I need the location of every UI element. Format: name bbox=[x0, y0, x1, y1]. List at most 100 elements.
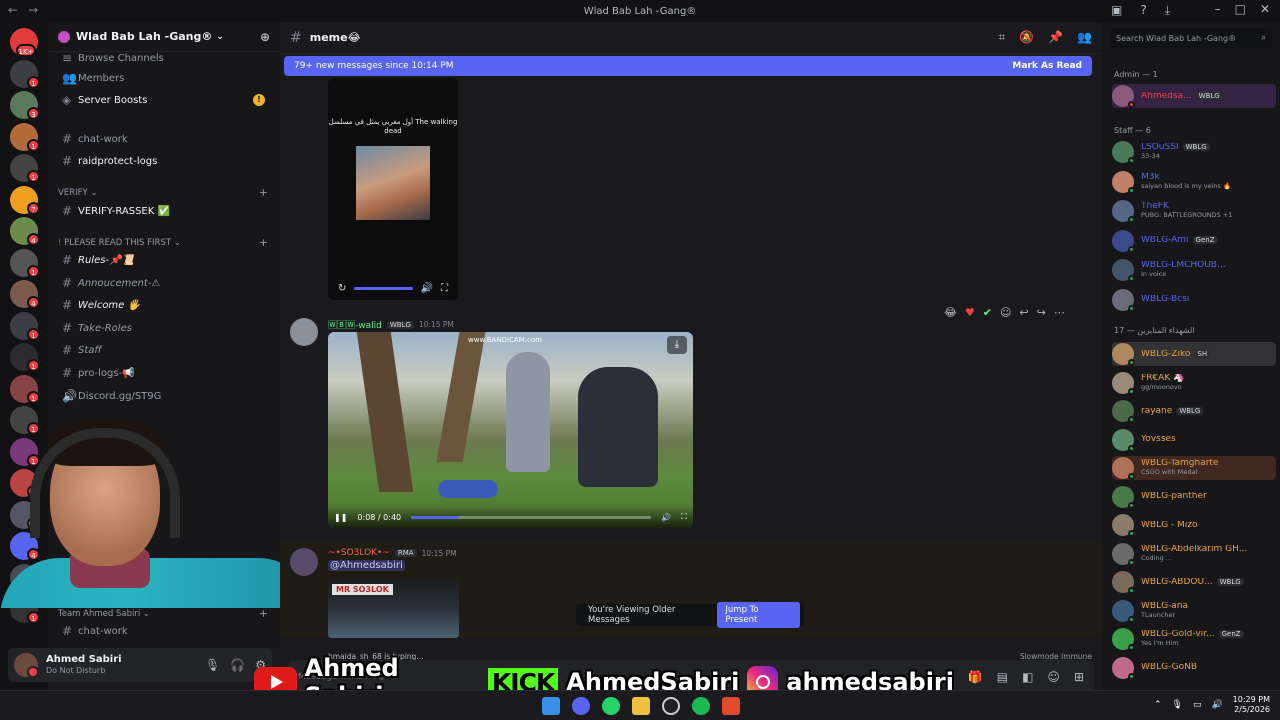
channel-discord-link[interactable]: 🔊 Discord.gg/ST9G bbox=[56, 386, 271, 406]
video-embed-2[interactable]: www.BANDICAM.com ⤓ ❚❚ 0:08 / 0:40 🔊 ⛶ bbox=[328, 332, 693, 528]
whatsapp-icon[interactable] bbox=[602, 697, 620, 715]
volume-icon[interactable]: 🔊 bbox=[421, 283, 433, 294]
channel-staff[interactable]: # Staff bbox=[56, 340, 271, 360]
add-member-icon[interactable]: ⊕ bbox=[260, 30, 270, 44]
reply-icon[interactable]: ↩ bbox=[1019, 306, 1028, 319]
forward-arrow-icon[interactable]: → bbox=[28, 3, 38, 17]
headset-icon[interactable]: 🎧 bbox=[230, 658, 245, 672]
clock[interactable]: 10:29 PM 2/5/2026 bbox=[1233, 695, 1270, 715]
channel-raidprotect-logs[interactable]: # raidprotect-logs bbox=[56, 151, 271, 171]
member-item[interactable]: rayane WBLG bbox=[1112, 399, 1276, 423]
download-icon[interactable]: ⤓ bbox=[667, 336, 687, 354]
threads-icon[interactable]: ⌗ bbox=[998, 30, 1005, 45]
emoji-check-icon[interactable]: ✔ bbox=[983, 306, 992, 319]
mark-as-read-button[interactable]: Mark As Read bbox=[1012, 61, 1082, 71]
search-input[interactable]: Search Wlad Bab Lah -Gang® ⌕ bbox=[1110, 28, 1272, 48]
volume-icon[interactable]: 🔊 bbox=[661, 513, 671, 522]
member-item[interactable]: TheFK PUBG: BATTLEGROUNDS +1 bbox=[1112, 199, 1276, 223]
user-mention[interactable]: @Ahmedsabiri bbox=[328, 560, 405, 571]
video-embed-3[interactable]: MR SO3LOK bbox=[328, 578, 459, 638]
category-rules[interactable]: ! PLEASE READ THIS FIRST ⌄ + bbox=[58, 236, 268, 249]
volume-slider[interactable] bbox=[354, 287, 413, 290]
add-reaction-icon[interactable]: ☺ bbox=[1000, 306, 1011, 319]
member-item[interactable]: Yovsses bbox=[1112, 428, 1276, 452]
add-channel-icon[interactable]: + bbox=[259, 607, 268, 620]
member-item[interactable]: WBLG-panther bbox=[1112, 485, 1276, 509]
windows-start-icon[interactable] bbox=[542, 697, 560, 715]
channel-verify[interactable]: # VERIFY-RASSEK ✅ bbox=[56, 201, 271, 221]
member-item[interactable]: LSOuSSI WBLG 33-34 bbox=[1112, 140, 1276, 164]
close-icon[interactable]: ✕ bbox=[1260, 2, 1270, 16]
video-embed-1[interactable]: أول مغربي يمثل في مسلسل The walking dead… bbox=[328, 78, 458, 300]
folder-icon[interactable] bbox=[632, 697, 650, 715]
member-item[interactable]: M3k saiyan blood is my veins 🔥 bbox=[1112, 170, 1276, 194]
sticker-icon[interactable]: ◧ bbox=[1022, 670, 1033, 684]
channel-chat-work[interactable]: # chat-work bbox=[56, 129, 271, 149]
emoji-icon[interactable]: ☺ bbox=[1047, 670, 1060, 684]
spotify-icon[interactable] bbox=[692, 697, 710, 715]
member-item[interactable]: WBLG-Ami GenZ bbox=[1112, 229, 1276, 253]
notifications-icon[interactable]: 🔕 bbox=[1019, 30, 1034, 45]
add-channel-icon[interactable]: + bbox=[259, 186, 268, 199]
help-icon[interactable]: ? bbox=[1140, 3, 1146, 18]
member-item[interactable]: WBLG-Bcsi bbox=[1112, 288, 1276, 312]
new-messages-bar[interactable]: 79+ new messages since 10:14 PM Mark As … bbox=[284, 56, 1092, 76]
channel-team-chat-work[interactable]: # chat-work bbox=[56, 621, 271, 641]
member-item[interactable]: WBLG - Mizo bbox=[1112, 513, 1276, 537]
gif-icon[interactable]: ▤ bbox=[997, 670, 1008, 684]
category-verify[interactable]: VERIFY ⌄ + bbox=[58, 186, 268, 199]
back-arrow-icon[interactable]: ← bbox=[8, 3, 18, 17]
maximize-icon[interactable]: □ bbox=[1235, 2, 1246, 16]
member-item[interactable]: WBLG-GoNB bbox=[1112, 656, 1276, 680]
member-item[interactable]: WBLG-ana TLauncher bbox=[1112, 599, 1276, 623]
channel-take-roles[interactable]: # Take-Roles bbox=[56, 318, 271, 338]
members-link[interactable]: 👥 Members bbox=[56, 68, 271, 88]
add-channel-icon[interactable]: + bbox=[259, 236, 268, 249]
avatar[interactable] bbox=[290, 548, 318, 576]
emoji-heart-icon[interactable]: ♥ bbox=[965, 306, 975, 319]
channel-welcome[interactable]: # Welcome 🖐 bbox=[56, 295, 271, 315]
member-item[interactable]: Ahmedsa... WBLG bbox=[1112, 84, 1276, 108]
minimize-icon[interactable]: – bbox=[1215, 2, 1221, 16]
gift-icon[interactable]: 🎁 bbox=[968, 670, 983, 684]
member-item[interactable]: WBLG-Tamgharte CSGO with Medal bbox=[1112, 456, 1276, 480]
fullscreen-icon[interactable]: ⛶ bbox=[681, 512, 687, 522]
inbox-icon[interactable]: ▣ bbox=[1111, 3, 1122, 18]
pause-icon[interactable]: ❚❚ bbox=[334, 513, 347, 522]
pin-icon[interactable]: 📌 bbox=[1048, 30, 1063, 45]
member-list-icon[interactable]: 👥 bbox=[1077, 30, 1092, 45]
member-item[interactable]: WBLG-Gold-vir... GenZ Yes I'm Him bbox=[1112, 627, 1276, 651]
member-item[interactable]: WBLG-LMCHOUB... In voice bbox=[1112, 258, 1276, 282]
mic-icon[interactable]: 🎙 bbox=[1172, 700, 1183, 710]
message-author[interactable]: 🅆🄱🅆-walid bbox=[328, 318, 382, 331]
speaker-icon[interactable]: 🔊 bbox=[1211, 700, 1222, 710]
avatar[interactable] bbox=[14, 653, 39, 678]
member-item[interactable]: WBLG-Ziko SH bbox=[1112, 342, 1276, 366]
chevron-up-icon[interactable]: ⌃ bbox=[1154, 700, 1162, 710]
mic-icon[interactable]: 🎙 bbox=[205, 658, 220, 672]
forward-icon[interactable]: ↪ bbox=[1037, 306, 1046, 319]
browse-channels[interactable]: ≡ Browse Channels bbox=[56, 48, 271, 68]
more-icon[interactable]: ⋯ bbox=[1054, 306, 1065, 319]
network-icon[interactable]: ▭ bbox=[1193, 700, 1202, 710]
emoji-laugh-icon[interactable]: 😂 bbox=[944, 306, 957, 319]
obs-icon[interactable] bbox=[662, 697, 680, 715]
member-item[interactable]: FR€AK 🦄 gg/moonovo bbox=[1112, 371, 1276, 395]
channel-pro-logs[interactable]: # pro-logs-📢 bbox=[56, 363, 271, 383]
apps-icon[interactable]: ⊞ bbox=[1074, 670, 1084, 684]
member-item[interactable]: WBLG-ABDOU... WBLG bbox=[1112, 570, 1276, 594]
replay-icon[interactable]: ↻ bbox=[338, 283, 346, 294]
discord-icon[interactable] bbox=[572, 697, 590, 715]
brave-icon[interactable] bbox=[722, 697, 740, 715]
server-boosts[interactable]: ◈ Server Boosts! bbox=[56, 90, 271, 110]
channel-announcement[interactable]: # Annoucement-⚠ bbox=[56, 273, 271, 293]
fullscreen-icon[interactable]: ⛶ bbox=[441, 283, 448, 294]
avatar[interactable] bbox=[290, 318, 318, 346]
member-item[interactable]: WBLG-Abdelkarim GH... Coding ... bbox=[1112, 542, 1276, 566]
message-author[interactable]: ~•SO3LOK•~ bbox=[328, 548, 390, 558]
channel-rules[interactable]: # Rules-📌📜 bbox=[56, 250, 271, 270]
download-icon[interactable]: ⤓ bbox=[1165, 3, 1170, 18]
category-team[interactable]: Team Ahmed Sabiri ⌄ + bbox=[58, 607, 268, 620]
video-progress[interactable] bbox=[411, 515, 652, 519]
jump-to-present-button[interactable]: Jump To Present bbox=[717, 602, 800, 628]
